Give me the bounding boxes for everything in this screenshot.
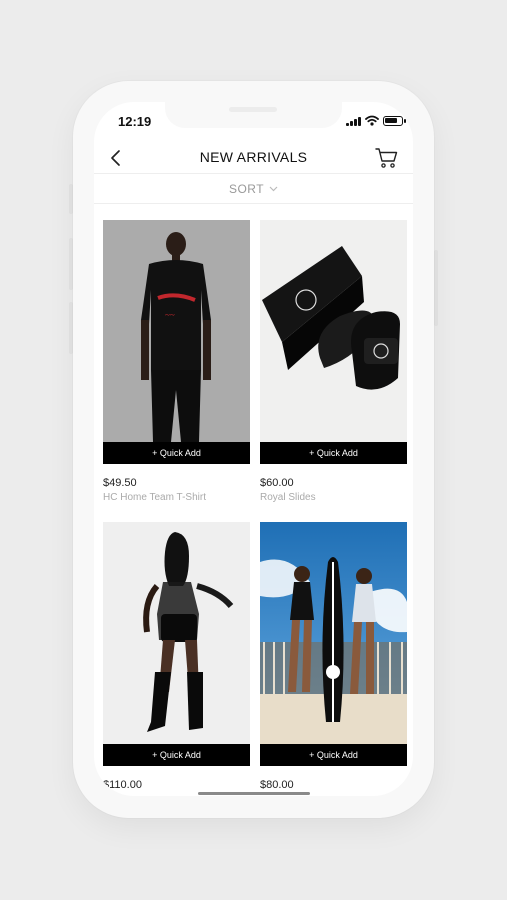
product-card[interactable]: + Quick Add $80.00 bbox=[260, 522, 407, 794]
product-card[interactable]: + Quick Add $110.00 bbox=[103, 522, 250, 794]
product-name[interactable]: Royal Slides bbox=[260, 492, 407, 503]
chevron-down-icon bbox=[269, 186, 278, 192]
product-price: $80.00 bbox=[260, 779, 294, 791]
product-image[interactable]: + Quick Add bbox=[260, 522, 407, 766]
product-price: $60.00 bbox=[260, 477, 294, 489]
notch bbox=[165, 102, 342, 128]
product-image[interactable]: + Quick Add bbox=[260, 220, 407, 464]
battery-icon bbox=[383, 115, 406, 126]
page-title: NEW ARRIVALS bbox=[199, 149, 308, 165]
product-card[interactable]: + Quick Add $60.00 Royal Slides bbox=[260, 220, 407, 503]
phone-screen: 12:19 NEW ARRIVALS SORT ~~ + Quick Add $… bbox=[94, 102, 413, 796]
product-image[interactable]: + Quick Add bbox=[103, 522, 250, 766]
status-icons bbox=[346, 115, 406, 126]
quick-add-button[interactable]: + Quick Add bbox=[260, 442, 407, 464]
sort-button[interactable]: SORT bbox=[229, 182, 278, 196]
wifi-icon bbox=[365, 115, 379, 126]
home-indicator[interactable] bbox=[198, 792, 310, 795]
cart-icon[interactable] bbox=[375, 146, 399, 170]
cellular-signal-icon bbox=[346, 116, 361, 126]
product-card[interactable]: ~~ + Quick Add $49.50 HC Home Team T-Shi… bbox=[103, 220, 250, 503]
product-image[interactable]: ~~ + Quick Add bbox=[103, 220, 250, 464]
quick-add-button[interactable]: + Quick Add bbox=[103, 744, 250, 766]
quick-add-button[interactable]: + Quick Add bbox=[260, 744, 407, 766]
stage: 12:19 NEW ARRIVALS SORT ~~ + Quick Add $… bbox=[0, 0, 507, 900]
sort-bar: SORT bbox=[94, 174, 413, 204]
quick-add-button[interactable]: + Quick Add bbox=[103, 442, 250, 464]
app-header: NEW ARRIVALS bbox=[94, 142, 413, 174]
product-price: $110.00 bbox=[103, 779, 142, 791]
product-price: $49.50 bbox=[103, 477, 137, 489]
svg-text:~~: ~~ bbox=[165, 310, 175, 320]
product-name[interactable]: HC Home Team T-Shirt bbox=[103, 492, 250, 503]
power-button bbox=[434, 250, 438, 326]
speaker-grille bbox=[229, 107, 277, 112]
sort-label: SORT bbox=[228, 182, 265, 196]
status-time: 12:19 bbox=[118, 114, 152, 129]
